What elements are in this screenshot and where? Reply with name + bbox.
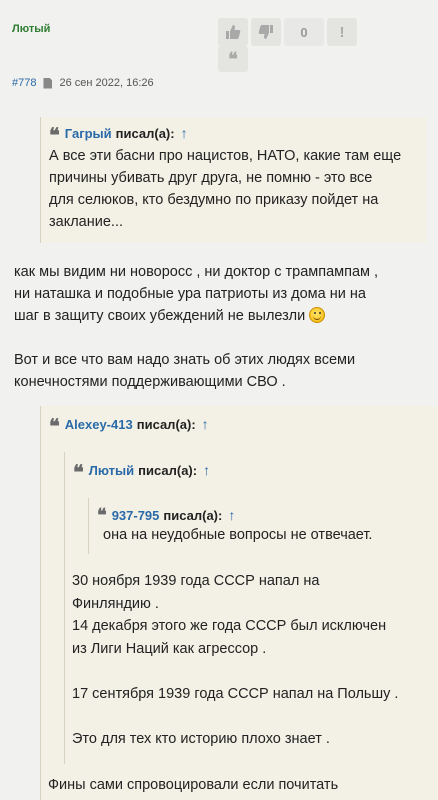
quote-line: для селюков, кто бездумно по приказу пой… xyxy=(49,192,379,208)
quote-blank-line xyxy=(72,705,422,728)
quote-block: ❝ Гагрый писал(а): ↑ А все эти басни про… xyxy=(40,117,426,243)
post-paragraph: как мы видим ни новоросс , ни доктор с т… xyxy=(14,261,434,327)
quote-icon: ❝ xyxy=(73,460,84,484)
vote-count: 0 xyxy=(284,18,324,46)
quote-line: причины убивать друг друга, не помню - э… xyxy=(49,170,373,186)
quote-header: ❝ Лютый писал(а): ↑ xyxy=(73,460,418,484)
thumbs-down-icon xyxy=(258,25,273,39)
quote-said-label: писал(а): xyxy=(136,416,196,432)
quote-said-label: писал(а): xyxy=(163,507,223,523)
post-number-link[interactable]: #778 xyxy=(12,77,36,89)
quote-line: 17 сентября 1939 года СССР напал на Поль… xyxy=(72,685,399,702)
quote-text: А все эти басни про нацистов, НАТО, каки… xyxy=(49,145,418,233)
post-header: Лютый 0 ! ❝ #778 26 сен 2022, 16:26 xyxy=(0,0,438,108)
quote-icon: ❝ xyxy=(49,414,60,438)
arrow-up-icon[interactable]: ↑ xyxy=(203,462,210,478)
quote-text: 30 ноября 1939 года СССР напал на Финлян… xyxy=(72,570,422,750)
quote-said-label: писал(а): xyxy=(138,462,198,478)
quote-header: ❝ Гагрый писал(а): ↑ xyxy=(49,123,418,147)
quote-line: 14 декабря этого же года СССР был исключ… xyxy=(72,618,387,634)
quote-button[interactable]: ❝ xyxy=(218,46,248,72)
quote-text: Фины сами спровоцировали если почитать xyxy=(48,777,339,793)
document-icon xyxy=(43,77,53,89)
dislike-button[interactable] xyxy=(251,18,281,46)
report-button[interactable]: ! xyxy=(327,18,357,46)
quote-line: А все эти басни про нацистов, НАТО, каки… xyxy=(49,148,402,164)
quote-icon: ❝ xyxy=(228,48,238,70)
quote-icon: ❝ xyxy=(49,123,60,147)
post-line: Вот и все что вам надо знать об этих люд… xyxy=(14,352,356,368)
arrow-up-icon[interactable]: ↑ xyxy=(228,507,235,523)
quote-said-label: писал(а): xyxy=(115,125,175,141)
quote-line: из Лиги Наций как агрессор . xyxy=(72,640,267,657)
post-author[interactable]: Лютый xyxy=(12,23,50,35)
quote-text: она на неудобные вопросы не отвечает. xyxy=(103,527,373,543)
quote-header: ❝ Alexey-413 писал(а): ↑ xyxy=(49,414,438,438)
post-meta: #778 26 сен 2022, 16:26 xyxy=(12,77,154,89)
quote-author-link[interactable]: Гагрый xyxy=(65,126,112,141)
post-date: 26 сен 2022, 16:26 xyxy=(59,77,154,89)
quote-author-link[interactable]: 937-795 xyxy=(112,508,160,523)
post-line: шаг в защиту своих убеждений не вылезли xyxy=(14,305,434,327)
quote-line: Это для тех кто историю плохо знает . xyxy=(72,730,330,747)
quote-header: ❝ 937-795 писал(а): ↑ xyxy=(97,505,400,526)
arrow-up-icon[interactable]: ↑ xyxy=(202,416,209,432)
quote-icon: ❝ xyxy=(97,505,107,526)
thumbs-up-icon xyxy=(226,25,241,39)
quote-line: Финляндию . xyxy=(72,595,159,612)
quote-line: заклание... xyxy=(49,214,124,230)
quote-author-link[interactable]: Лютый xyxy=(89,463,134,478)
quote-author-link[interactable]: Alexey-413 xyxy=(65,417,133,432)
smiley-icon xyxy=(309,307,326,323)
post-paragraph: Вот и все что вам надо знать об этих люд… xyxy=(14,349,434,393)
quote-line: 30 ноября 1939 года СССР напал на xyxy=(72,573,320,589)
post-line: ни наташка и подобные ура патриоты из до… xyxy=(14,286,366,302)
quote-blank-line xyxy=(72,660,422,683)
quote-block: ❝ 937-795 писал(а): ↑ она на неудобные в… xyxy=(88,498,408,554)
like-button[interactable] xyxy=(218,18,248,46)
post-line: конечностями поддерживающими СВО . xyxy=(14,374,286,390)
post-line: как мы видим ни новоросс , ни доктор с т… xyxy=(14,264,379,280)
arrow-up-icon[interactable]: ↑ xyxy=(181,125,188,141)
